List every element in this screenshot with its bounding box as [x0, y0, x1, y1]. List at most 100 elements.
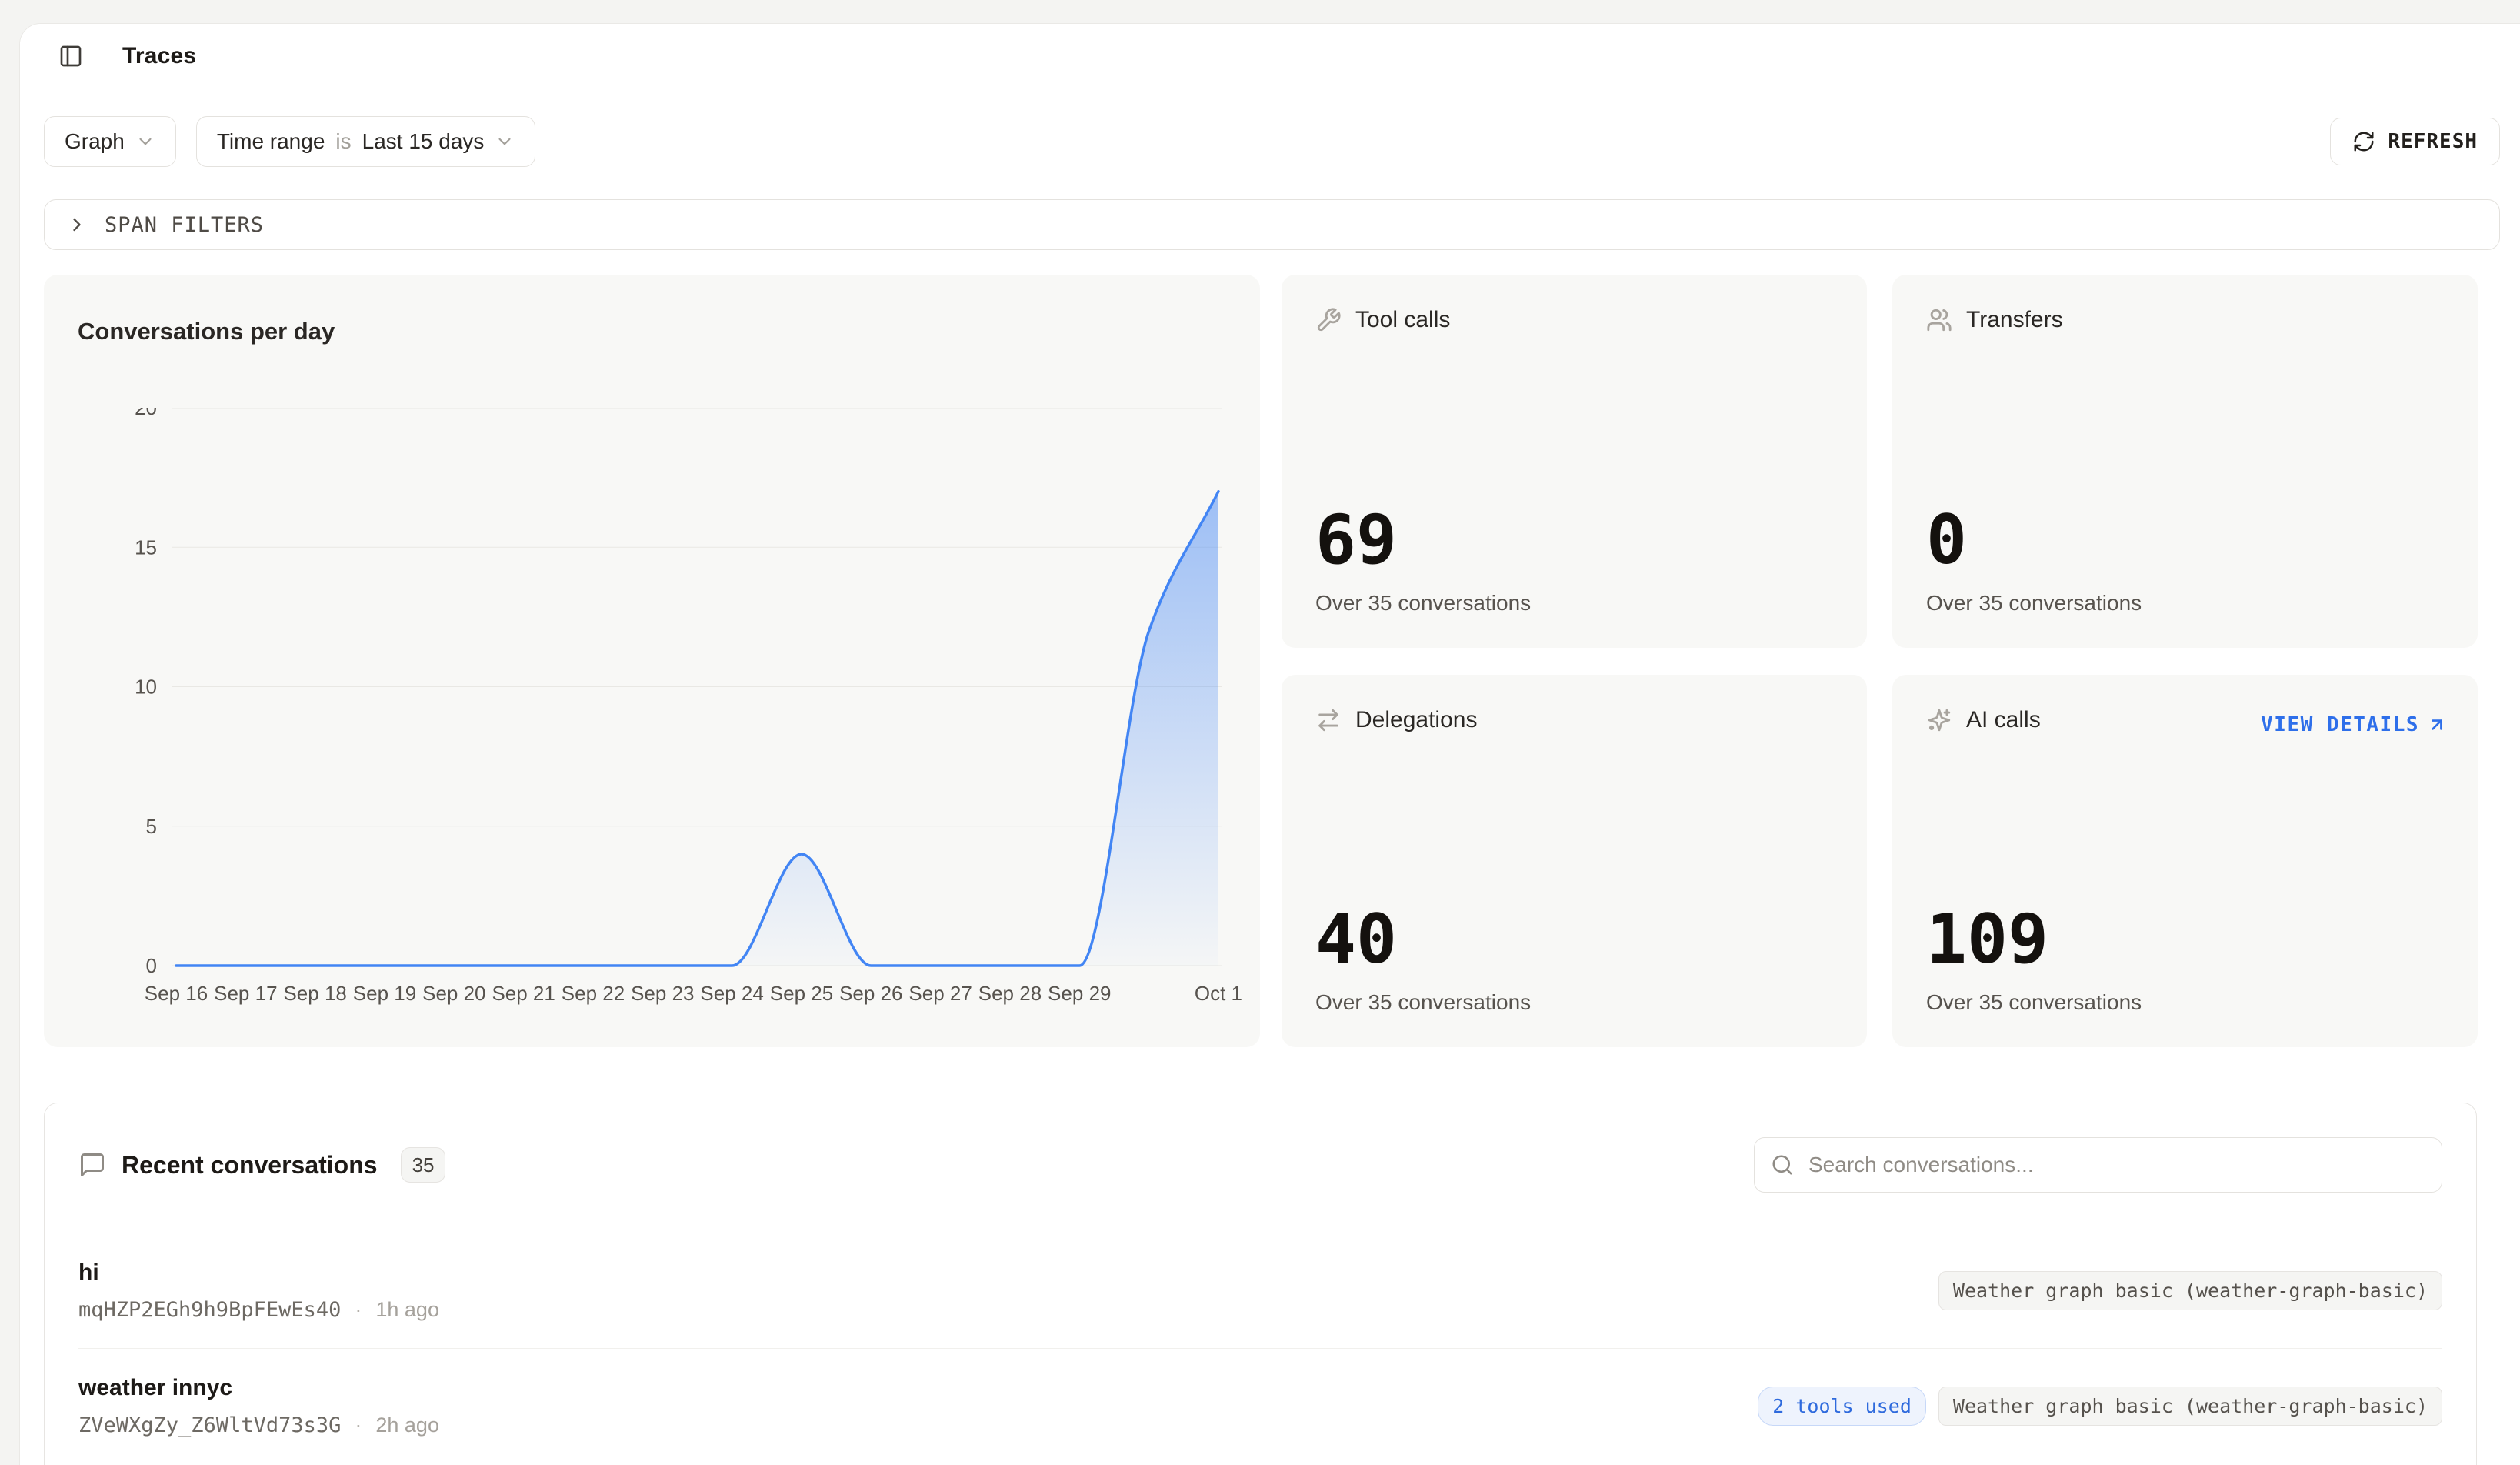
stat-value: 109	[1926, 906, 2444, 973]
conversations-chart: 0 5 10 15 20 Sep 16 Sep 17 Sep 18 Sep 19 Sep 20 Se…	[44, 408, 1260, 1023]
conversation-main: hi mqHZP2EGh9h9BpFEwEs40 · 1h ago	[78, 1260, 439, 1322]
conversation-count-badge: 35	[401, 1147, 446, 1183]
refresh-icon	[2352, 130, 2375, 153]
sidebar-toggle-button[interactable]	[54, 39, 88, 73]
chevron-down-icon	[495, 132, 515, 152]
stat-card-transfers: Transfers 0 Over 35 conversations	[1892, 275, 2478, 648]
stat-value: 69	[1315, 506, 1833, 574]
panel-left-icon	[58, 44, 83, 68]
svg-text:Sep 28: Sep 28	[978, 982, 1042, 1005]
svg-text:Sep 29: Sep 29	[1048, 982, 1111, 1005]
stat-subtext: Over 35 conversations	[1315, 591, 1833, 616]
chart-title: Conversations per day	[78, 318, 335, 345]
stat-subtext: Over 35 conversations	[1926, 990, 2444, 1015]
stat-subtext: Over 35 conversations	[1315, 990, 1833, 1015]
refresh-button[interactable]: REFRESH	[2330, 118, 2500, 165]
sparkles-icon	[1926, 707, 1952, 733]
traces-page: Traces Graph Time range is Last 15 days	[19, 23, 2520, 1465]
span-filters-expander[interactable]: SPAN FILTERS	[44, 199, 2500, 250]
stat-label: Tool calls	[1355, 307, 1450, 333]
svg-text:Sep 20: Sep 20	[422, 982, 485, 1005]
svg-text:Sep 16: Sep 16	[145, 982, 208, 1005]
search-wrap	[1754, 1137, 2442, 1193]
wrench-icon	[1315, 307, 1342, 333]
time-range-value: Last 15 days	[362, 129, 485, 154]
tools-used-badge: 2 tools used	[1758, 1387, 1926, 1426]
svg-text:0: 0	[146, 954, 157, 977]
agent-badge: Weather graph basic (weather-graph-basic…	[1938, 1387, 2442, 1426]
stat-label: Delegations	[1355, 707, 1477, 733]
arrow-up-right-icon	[2427, 715, 2447, 735]
stat-card-delegations: Delegations 40 Over 35 conversations	[1282, 675, 1867, 1048]
stat-head: Delegations	[1315, 707, 1833, 733]
svg-text:Sep 27: Sep 27	[908, 982, 972, 1005]
conversation-id: ZVeWXgZy_Z6WltVd73s3G	[78, 1413, 341, 1437]
recent-title-wrap: Recent conversations 35	[78, 1147, 445, 1183]
conversation-main: weather innyc ZVeWXgZy_Z6WltVd73s3G · 2h…	[78, 1375, 439, 1437]
svg-text:Sep 17: Sep 17	[214, 982, 277, 1005]
svg-text:Sep 24: Sep 24	[700, 982, 763, 1005]
conversation-meta: ZVeWXgZy_Z6WltVd73s3G · 2h ago	[78, 1413, 439, 1437]
svg-text:Sep 19: Sep 19	[353, 982, 416, 1005]
meta-separator: ·	[355, 1298, 362, 1322]
stat-label: Transfers	[1966, 307, 2063, 333]
refresh-label: REFRESH	[2388, 130, 2478, 153]
time-range-operator: is	[335, 129, 351, 154]
svg-text:Sep 25: Sep 25	[770, 982, 833, 1005]
search-icon	[1771, 1153, 1794, 1176]
agent-badge: Weather graph basic (weather-graph-basic…	[1938, 1271, 2442, 1310]
svg-text:10: 10	[135, 676, 157, 699]
conversation-title: hi	[78, 1260, 439, 1286]
chevron-right-icon	[66, 214, 88, 235]
conversation-id: mqHZP2EGh9h9BpFEwEs40	[78, 1298, 341, 1322]
recent-conversations-card: Recent conversations 35 hi mqHZP2EGh9h9B…	[44, 1103, 2477, 1465]
conversation-row[interactable]: weather innyc ZVeWXgZy_Z6WltVd73s3G · 2h…	[78, 1348, 2442, 1463]
recent-conversations-header: Recent conversations 35	[78, 1137, 2442, 1193]
swap-arrows-icon	[1315, 707, 1342, 733]
chevron-down-icon	[135, 132, 155, 152]
meta-separator: ·	[355, 1413, 362, 1437]
view-details-link[interactable]: VIEW DETAILS	[2261, 713, 2447, 736]
top-bar: Traces	[20, 24, 2520, 88]
stats-grid: Tool calls 69 Over 35 conversations Tran…	[1282, 275, 2478, 1047]
recent-conversations-title: Recent conversations	[122, 1151, 378, 1180]
conversation-meta: mqHZP2EGh9h9BpFEwEs40 · 1h ago	[78, 1298, 439, 1322]
screen: Traces Graph Time range is Last 15 days	[0, 0, 2520, 1465]
conversation-badges: Weather graph basic (weather-graph-basic…	[1938, 1271, 2442, 1310]
time-range-field: Time range	[217, 129, 325, 154]
page-title: Traces	[122, 43, 196, 69]
svg-text:15: 15	[135, 536, 157, 559]
svg-text:5: 5	[146, 815, 157, 838]
conversation-list: hi mqHZP2EGh9h9BpFEwEs40 · 1h ago Weathe…	[78, 1233, 2442, 1463]
svg-text:Sep 18: Sep 18	[283, 982, 346, 1005]
view-select-label: Graph	[65, 129, 125, 154]
conversation-title: weather innyc	[78, 1375, 439, 1401]
users-icon	[1926, 307, 1952, 333]
span-filters-label: SPAN FILTERS	[105, 213, 264, 237]
search-conversations-input[interactable]	[1754, 1137, 2442, 1193]
svg-text:20: 20	[135, 408, 157, 419]
time-range-filter[interactable]: Time range is Last 15 days	[196, 116, 536, 167]
view-details-label: VIEW DETAILS	[2261, 713, 2419, 736]
conversation-badges: 2 tools used Weather graph basic (weathe…	[1758, 1387, 2442, 1426]
svg-text:Sep 22: Sep 22	[562, 982, 625, 1005]
stat-subtext: Over 35 conversations	[1926, 591, 2444, 616]
conversation-time: 2h ago	[375, 1413, 439, 1437]
conversations-chart-card: Conversations per day 0 5 10 15 20 Sep 16 Sep …	[44, 275, 1260, 1047]
stat-label: AI calls	[1966, 707, 2041, 733]
stat-card-ai-calls: AI calls VIEW DETAILS 109 Over 35 conver…	[1892, 675, 2478, 1048]
conversation-time: 1h ago	[375, 1298, 439, 1322]
stat-head: Transfers	[1926, 307, 2444, 333]
stat-head: Tool calls	[1315, 307, 1833, 333]
view-select[interactable]: Graph	[44, 116, 176, 167]
chat-bubble-icon	[78, 1151, 106, 1179]
svg-text:Sep 23: Sep 23	[631, 982, 694, 1005]
svg-text:Oct 1: Oct 1	[1195, 982, 1242, 1005]
stat-value: 0	[1926, 506, 2444, 574]
svg-text:Sep 21: Sep 21	[492, 982, 555, 1005]
conversation-row[interactable]: hi mqHZP2EGh9h9BpFEwEs40 · 1h ago Weathe…	[78, 1233, 2442, 1348]
stat-value: 40	[1315, 906, 1833, 973]
svg-text:Sep 26: Sep 26	[839, 982, 902, 1005]
toolbar: Graph Time range is Last 15 days REFRESH	[44, 116, 2500, 167]
stat-card-tool-calls: Tool calls 69 Over 35 conversations	[1282, 275, 1867, 648]
